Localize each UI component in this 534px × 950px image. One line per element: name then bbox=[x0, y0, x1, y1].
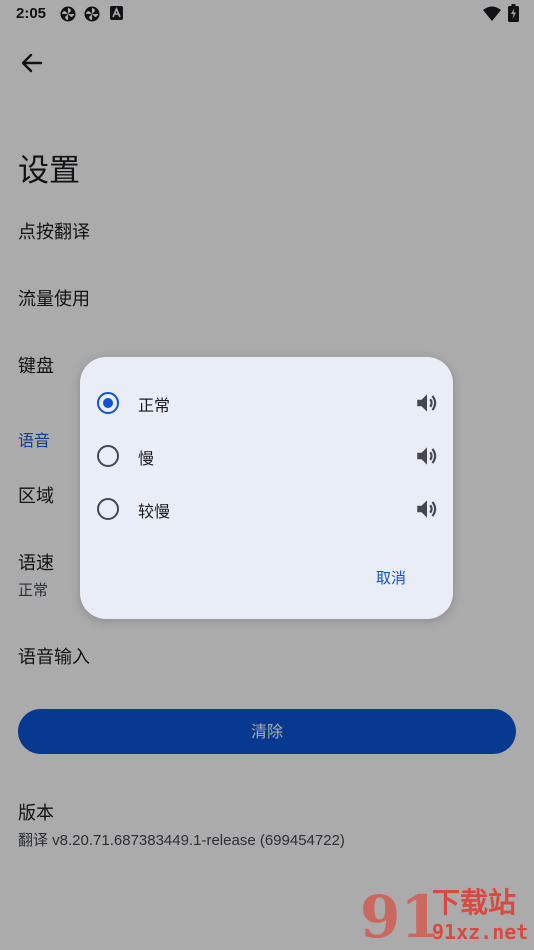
speaker-icon[interactable] bbox=[414, 443, 440, 469]
cancel-button[interactable]: 取消 bbox=[364, 560, 418, 596]
speaker-icon[interactable] bbox=[414, 496, 440, 522]
watermark-url: 91xz.net bbox=[432, 920, 529, 944]
option-label: 正常 bbox=[138, 396, 171, 415]
option-label: 较慢 bbox=[138, 502, 171, 521]
speech-rate-dialog: 正常 慢 较慢 取消 bbox=[80, 357, 453, 619]
option-normal[interactable]: 正常 bbox=[80, 378, 453, 428]
radio-button[interactable] bbox=[97, 498, 119, 520]
watermark-logo: 91 下载站 91xz.net bbox=[360, 885, 534, 950]
watermark-mark: 91 bbox=[360, 883, 441, 950]
option-label: 慢 bbox=[138, 449, 155, 468]
speaker-icon[interactable] bbox=[414, 390, 440, 416]
option-slow[interactable]: 慢 bbox=[80, 431, 453, 481]
option-slower[interactable]: 较慢 bbox=[80, 484, 453, 534]
watermark-title: 下载站 bbox=[432, 886, 517, 919]
radio-button-checked[interactable] bbox=[97, 392, 119, 414]
radio-button[interactable] bbox=[97, 445, 119, 467]
screen: 2:05 设置 点按翻译 流量使用 键盘 语音 区域 语速 正常 语音输入 清除… bbox=[0, 0, 534, 950]
